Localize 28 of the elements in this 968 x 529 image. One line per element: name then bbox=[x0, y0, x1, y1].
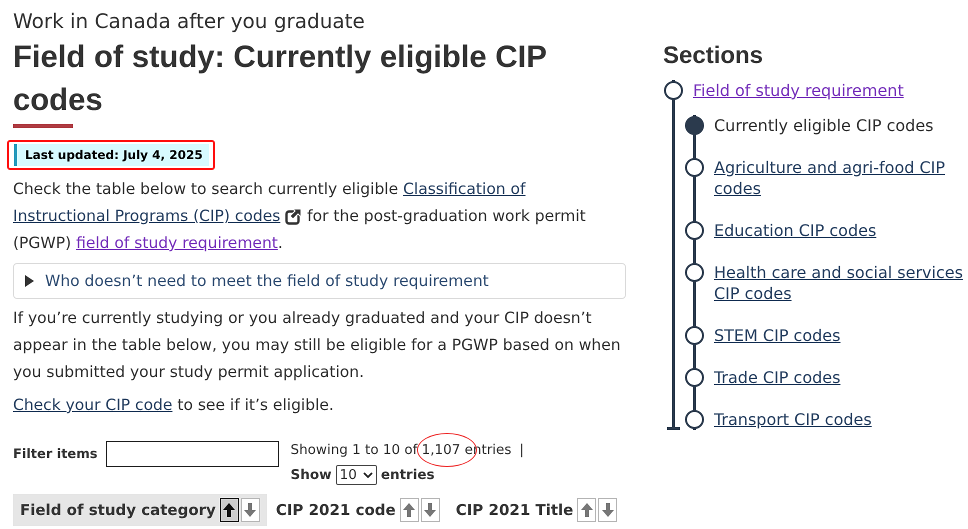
column-header[interactable]: CIP 2021 code bbox=[268, 494, 447, 526]
page-size-select[interactable]: 10 bbox=[336, 465, 377, 485]
details-toggle[interactable]: Who doesn’t need to meet the field of study requirement bbox=[13, 263, 626, 299]
text-link[interactable]: Classification of bbox=[403, 180, 526, 198]
body-paragraph: If you’re currently studying or you already graduated and your CIP doesn’t appear in the table below, you may still be eligible for a PGWP based on when you submitted your study permit application. bbox=[13, 308, 622, 383]
section-link[interactable]: Trade CIP codes bbox=[714, 367, 840, 388]
check-sentence: Check your CIP code to see if it’s eligible. bbox=[13, 395, 335, 416]
section-link[interactable]: Transport CIP codes bbox=[714, 409, 872, 430]
intro-paragraph: Check the table below to search currently eligible Classification of Instructional Programs (CIP) codes for the post-graduation work permit (PGWP) field of study requirement. bbox=[13, 179, 587, 254]
text-link[interactable]: Check your CIP code bbox=[13, 396, 172, 414]
filter-label: Filter items bbox=[13, 446, 98, 462]
page-title: Field of study: Currently eligible CIP codes bbox=[13, 38, 548, 119]
last-updated-label: Last updated: July 4, 2025 bbox=[14, 144, 209, 166]
text-link[interactable]: field of study requirement bbox=[76, 234, 278, 252]
section-link[interactable]: STEM CIP codes bbox=[714, 325, 840, 346]
column-header[interactable]: Field of study category bbox=[13, 494, 267, 526]
entries-label: entries bbox=[380, 467, 435, 483]
section-link[interactable]: Education CIP codes bbox=[714, 220, 876, 241]
section-link[interactable]: Health care and social services CIP codes bbox=[714, 262, 968, 304]
sections-heading: Sections bbox=[663, 42, 764, 70]
section-link[interactable]: Field of study requirement bbox=[693, 80, 904, 101]
page-subtitle: Work in Canada after you graduate bbox=[13, 8, 366, 34]
section-link[interactable]: Agriculture and agri-food CIP codes bbox=[714, 157, 968, 199]
text-link[interactable]: Instructional Programs (CIP) codes bbox=[13, 207, 280, 225]
separator-text: | bbox=[519, 442, 524, 458]
column-header[interactable]: CIP 2021 Title bbox=[448, 494, 624, 526]
show-label: Show bbox=[290, 467, 332, 483]
current-section-label: Currently eligible CIP codes bbox=[714, 115, 934, 136]
